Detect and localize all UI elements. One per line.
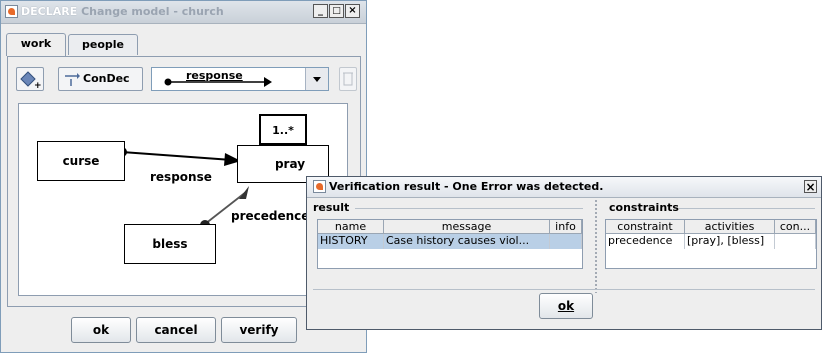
result-cell-message[interactable]: Case history causes viol... <box>384 234 550 249</box>
result-group-divider <box>355 208 583 209</box>
condec-button[interactable]: ConDec <box>58 67 143 91</box>
verify-button[interactable]: verify <box>221 317 297 343</box>
svg-text:+: + <box>34 81 42 90</box>
result-col-message[interactable]: message <box>384 220 550 234</box>
split-pane-divider[interactable] <box>594 199 599 293</box>
tab-work[interactable]: work <box>6 33 66 56</box>
chevron-down-icon <box>313 77 321 82</box>
response-edge-label: response <box>150 170 212 184</box>
result-col-name[interactable]: name <box>318 220 384 234</box>
result-group-title: result <box>313 201 350 214</box>
result-col-info[interactable]: info <box>550 220 582 234</box>
dialog-ok-button[interactable]: ok <box>539 293 593 319</box>
precedence-arrowhead <box>239 186 249 199</box>
ok-button[interactable]: ok <box>71 317 131 343</box>
constraint-template-combo[interactable]: response <box>151 67 329 91</box>
verification-dialog: Verification result - One Error was dete… <box>306 176 822 330</box>
maximize-button[interactable]: □ <box>329 4 344 18</box>
result-table: name message info HISTORY Case history c… <box>317 219 583 269</box>
constraints-col-con[interactable]: con... <box>775 220 816 234</box>
dialog-titlebar[interactable]: Verification result - One Error was dete… <box>307 177 821 198</box>
cancel-button[interactable]: cancel <box>136 317 216 343</box>
cardinality-box: 1..* <box>259 114 307 145</box>
constraints-cell-con[interactable] <box>775 234 816 249</box>
constraints-cell-activities[interactable]: [pray], [bless] <box>685 234 775 249</box>
model-canvas[interactable]: curse pray 1..* bless response precedenc… <box>18 103 348 296</box>
delete-button[interactable] <box>339 67 357 91</box>
java-app-icon <box>313 180 326 193</box>
close-button[interactable]: × <box>345 4 360 18</box>
combo-value: response <box>186 69 243 82</box>
window-title: DECLARE Change model - church <box>21 5 224 18</box>
constraints-table: constraint activities con... precedence … <box>605 219 817 269</box>
activity-curse[interactable]: curse <box>37 141 125 181</box>
result-cell-name[interactable]: HISTORY <box>318 234 384 249</box>
constraints-group-divider <box>679 208 815 209</box>
main-titlebar[interactable]: DECLARE Change model - church _ □ × <box>1 1 366 24</box>
constraints-cell-constraint[interactable]: precedence <box>606 234 685 249</box>
minimize-button[interactable]: _ <box>313 4 328 18</box>
response-edge-line <box>121 151 233 161</box>
dialog-close-button[interactable]: × <box>804 180 817 193</box>
trash-icon <box>343 72 353 86</box>
connector-icon <box>65 73 80 86</box>
constraints-col-constraint[interactable]: constraint <box>606 220 685 234</box>
result-cell-info[interactable] <box>550 234 582 249</box>
tab-people[interactable]: people <box>68 34 138 55</box>
precedence-edge-label: precedence <box>231 209 310 223</box>
dialog-footer-divider <box>313 289 815 290</box>
model-toolbar: + ConDec response <box>12 61 357 95</box>
diamond-plus-icon: + <box>20 71 42 91</box>
dialog-title: Verification result - One Error was dete… <box>329 180 604 193</box>
condec-label: ConDec <box>83 72 130 85</box>
add-activity-button[interactable]: + <box>16 67 44 91</box>
activity-bless[interactable]: bless <box>124 224 216 264</box>
java-app-icon <box>5 5 18 18</box>
constraints-group-title: constraints <box>609 201 679 214</box>
combo-dropdown-button[interactable] <box>305 68 328 90</box>
constraints-col-activities[interactable]: activities <box>685 220 775 234</box>
